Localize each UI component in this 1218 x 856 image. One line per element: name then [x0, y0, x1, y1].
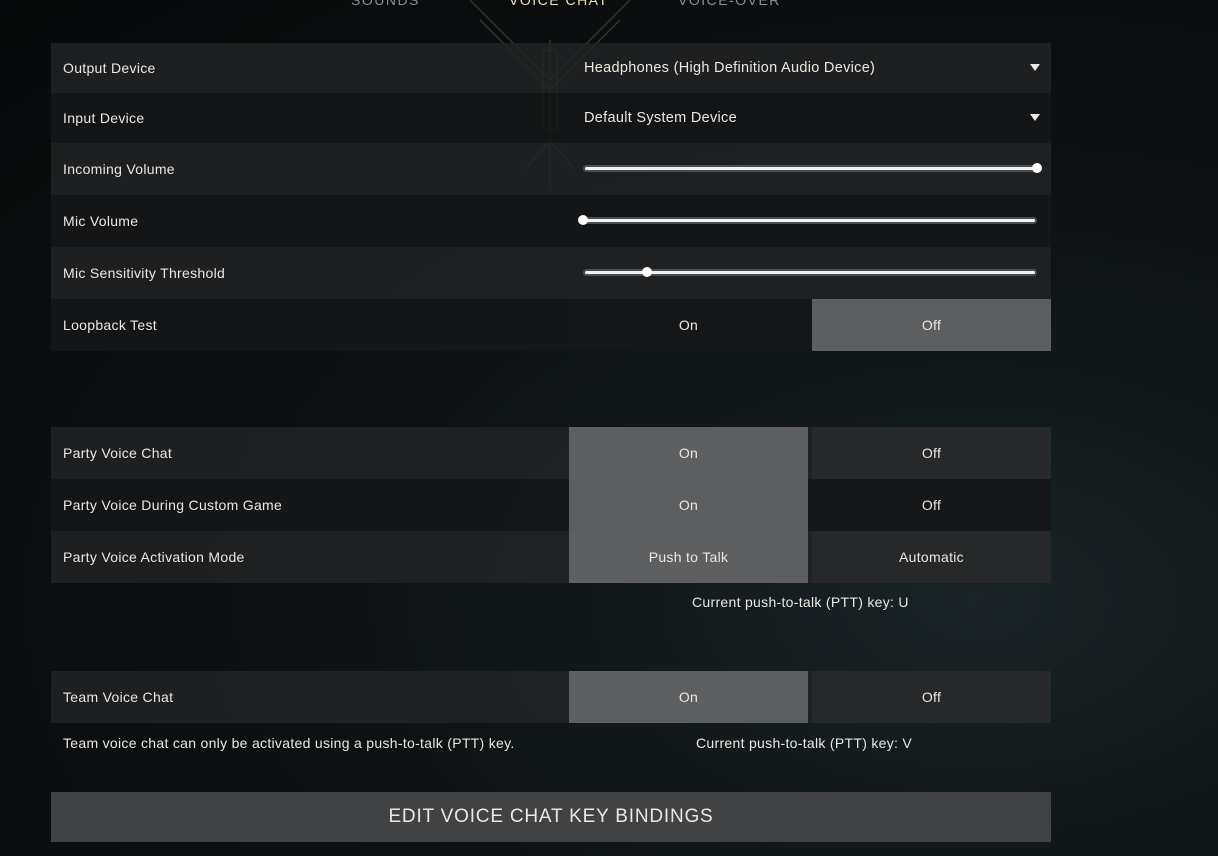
mic-volume-row: Mic Volume: [51, 195, 1051, 247]
tab-sounds[interactable]: SOUNDS: [351, 0, 420, 8]
slider-handle[interactable]: [641, 267, 652, 277]
party-voice-activation-label: Party Voice Activation Mode: [63, 549, 245, 565]
team-voice-chat-row: Team Voice Chat On Off: [51, 671, 1051, 723]
tab-voice-over[interactable]: VOICE-OVER: [678, 0, 781, 8]
caret-down-icon: [1030, 114, 1040, 121]
mic-sensitivity-row: Mic Sensitivity Threshold: [51, 247, 1051, 299]
party-voice-custom-game-row: Party Voice During Custom Game On Off: [51, 479, 1051, 531]
slider-fill: [585, 271, 1035, 274]
team-voice-chat-label: Team Voice Chat: [63, 689, 174, 705]
incoming-volume-slider[interactable]: [583, 163, 1042, 173]
edit-voice-chat-key-bindings-button[interactable]: EDIT VOICE CHAT KEY BINDINGS: [51, 792, 1051, 842]
output-device-value: Headphones (High Definition Audio Device…: [584, 60, 876, 76]
mic-sensitivity-slider[interactable]: [583, 267, 1037, 277]
loopback-on-option[interactable]: On: [569, 299, 808, 351]
audio-settings-group: Output Device Headphones (High Definitio…: [51, 43, 1051, 351]
output-device-label: Output Device: [63, 60, 156, 76]
mic-sensitivity-label: Mic Sensitivity Threshold: [63, 265, 226, 281]
input-device-value: Default System Device: [584, 110, 737, 126]
party-voice-chat-on-option[interactable]: On: [569, 427, 808, 479]
output-device-dropdown[interactable]: Headphones (High Definition Audio Device…: [569, 43, 1051, 93]
mic-volume-slider[interactable]: [578, 215, 1037, 225]
party-voice-chat-label: Party Voice Chat: [63, 445, 173, 461]
automatic-option[interactable]: Automatic: [812, 531, 1051, 583]
party-voice-group: Party Voice Chat On Off Party Voice Duri…: [51, 427, 1051, 583]
slider-handle[interactable]: [1032, 163, 1042, 173]
slider-handle[interactable]: [578, 215, 588, 225]
input-device-row: Input Device Default System Device: [51, 93, 1051, 143]
mic-volume-label: Mic Volume: [63, 213, 139, 229]
slider-fill: [585, 219, 1035, 222]
party-voice-chat-off-option[interactable]: Off: [812, 427, 1051, 479]
team-voice-group: Team Voice Chat On Off: [51, 671, 1051, 723]
party-voice-custom-game-off-option[interactable]: Off: [812, 479, 1051, 531]
slider-fill: [585, 167, 1035, 170]
loopback-off-option[interactable]: Off: [812, 299, 1051, 351]
loopback-test-row: Loopback Test On Off: [51, 299, 1051, 351]
team-voice-chat-on-option[interactable]: On: [569, 671, 808, 723]
party-voice-custom-game-label: Party Voice During Custom Game: [63, 497, 283, 513]
team-ptt-key-text: Current push-to-talk (PTT) key: V: [696, 735, 913, 751]
incoming-volume-label: Incoming Volume: [63, 161, 175, 177]
loopback-test-label: Loopback Test: [63, 317, 157, 333]
input-device-label: Input Device: [63, 110, 145, 126]
team-voice-ptt-note: Team voice chat can only be activated us…: [63, 735, 515, 751]
party-ptt-key-text: Current push-to-talk (PTT) key: U: [692, 594, 909, 610]
output-device-row: Output Device Headphones (High Definitio…: [51, 43, 1051, 93]
party-voice-chat-row: Party Voice Chat On Off: [51, 427, 1051, 479]
party-voice-activation-row: Party Voice Activation Mode Push to Talk…: [51, 531, 1051, 583]
push-to-talk-option[interactable]: Push to Talk: [569, 531, 808, 583]
tab-voice-chat[interactable]: VOICE CHAT: [509, 0, 609, 8]
settings-tab-bar: SOUNDS VOICE CHAT VOICE-OVER: [0, 0, 1218, 12]
party-voice-custom-game-on-option[interactable]: On: [569, 479, 808, 531]
caret-down-icon: [1030, 64, 1040, 71]
input-device-dropdown[interactable]: Default System Device: [569, 93, 1051, 143]
team-voice-chat-off-option[interactable]: Off: [812, 671, 1051, 723]
incoming-volume-row: Incoming Volume: [51, 143, 1051, 195]
